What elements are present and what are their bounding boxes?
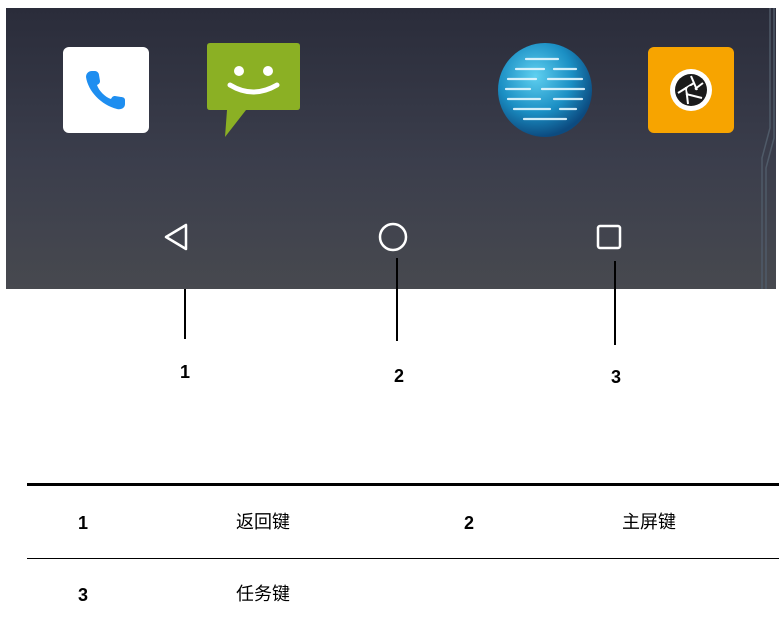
callout-line-3 (614, 261, 616, 345)
phone-app-icon[interactable] (63, 47, 149, 133)
callout-number-1: 1 (179, 362, 190, 382)
recent-apps-button[interactable] (595, 223, 623, 251)
callout-number-2: 2 (393, 366, 404, 386)
recent-square-icon (596, 224, 622, 250)
legend-number: 1 (78, 513, 89, 533)
legend-row-divider (27, 558, 779, 559)
camera-aperture-icon (670, 69, 712, 111)
phone-icon (86, 71, 125, 110)
browser-app-icon[interactable] (496, 41, 594, 139)
back-button[interactable] (162, 222, 190, 252)
message-smiley-icon (207, 43, 300, 137)
back-triangle-icon (164, 223, 188, 251)
home-button[interactable] (377, 221, 409, 253)
legend-label: 返回键 (236, 512, 290, 533)
camera-app-icon[interactable] (648, 47, 734, 133)
legend-label: 任务键 (236, 584, 290, 605)
legend-top-rule (27, 483, 779, 486)
legend-label: 主屏键 (622, 512, 676, 533)
legend-number: 2 (464, 513, 475, 533)
legend-number: 3 (78, 585, 89, 605)
callout-number-3: 3 (610, 367, 621, 387)
globe-icon (498, 43, 592, 137)
home-circle-icon (378, 222, 408, 252)
messages-app-icon[interactable] (206, 41, 301, 142)
phone-screen-capture (6, 8, 776, 289)
wallpaper-edge-lines (761, 8, 775, 289)
callout-line-1 (184, 289, 186, 339)
callout-line-2 (396, 258, 398, 341)
